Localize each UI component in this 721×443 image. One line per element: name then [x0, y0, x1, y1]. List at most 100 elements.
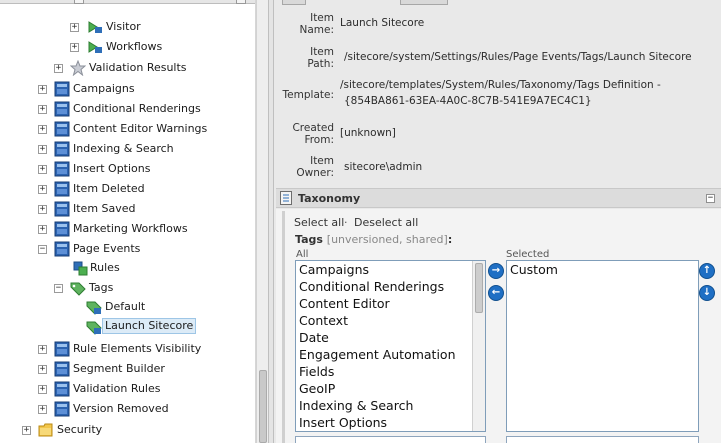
tree-item-label: Default	[105, 300, 146, 313]
expand-icon[interactable]: +	[38, 185, 47, 194]
expand-icon[interactable]: +	[70, 43, 79, 52]
expand-icon[interactable]: +	[38, 85, 47, 94]
field-colon: :	[447, 233, 453, 246]
move-up-arrow-button[interactable]: ↑	[699, 263, 715, 279]
tree-item-workflows[interactable]: + Workflows	[0, 38, 255, 56]
remove-left-arrow-button[interactable]: ←	[488, 285, 504, 301]
tree-item-launch-sitecore[interactable]: Launch Sitecore	[0, 318, 255, 336]
tree-item-campaigns[interactable]: + Campaigns	[0, 80, 255, 98]
tree-item-insert-options[interactable]: + Insert Options	[0, 160, 255, 178]
next-field-box[interactable]	[506, 436, 699, 443]
list-item[interactable]: Conditional Renderings	[296, 278, 485, 295]
tree-item-rules[interactable]: Rules	[0, 259, 255, 277]
collapse-icon[interactable]: −	[54, 284, 63, 293]
editor-tab-edge[interactable]	[400, 0, 448, 5]
expand-icon[interactable]: +	[38, 125, 47, 134]
field-meta: [unversioned, shared]	[326, 233, 448, 246]
folder-icon	[54, 181, 70, 197]
expand-icon[interactable]: +	[38, 145, 47, 154]
add-right-arrow-button[interactable]: →	[488, 263, 504, 279]
folder-icon	[54, 401, 70, 417]
field-name: Tags	[295, 233, 323, 246]
folder-icon	[54, 341, 70, 357]
tag-item-icon	[86, 301, 102, 315]
list-item[interactable]: Campaigns	[296, 261, 485, 278]
tree-item-validation-results[interactable]: + Validation Results	[0, 59, 255, 77]
tree-item-conditional-renderings[interactable]: + Conditional Renderings	[0, 100, 255, 118]
expand-icon[interactable]: +	[38, 105, 47, 114]
tree-item-label-selected: Launch Sitecore	[102, 318, 197, 334]
list-item[interactable]: Fields	[296, 363, 485, 380]
template-path-value: /sitecore/templates/System/Rules/Taxonom…	[340, 79, 661, 91]
tree-item-label: Page Events	[73, 242, 141, 255]
all-tags-scrollbar[interactable]	[472, 261, 485, 431]
collapse-section-icon[interactable]: −	[706, 194, 715, 203]
expand-icon[interactable]: +	[38, 205, 47, 214]
folder-icon	[54, 381, 70, 397]
tree-top-expander-edge	[236, 0, 246, 4]
expand-icon[interactable]: +	[38, 385, 47, 394]
tree-item-tags[interactable]: − Tags	[0, 279, 255, 297]
list-item[interactable]: GeoIP	[296, 380, 485, 397]
tree-item-visitor[interactable]: + Visitor	[0, 18, 255, 36]
tree-item-label: Content Editor Warnings	[73, 122, 208, 135]
tree-item-label: Marketing Workflows	[73, 222, 188, 235]
item-owner-label: Item Owner:	[296, 155, 334, 179]
list-item[interactable]: Content Editor	[296, 295, 485, 312]
tree-item-content-editor-warnings[interactable]: + Content Editor Warnings	[0, 120, 255, 138]
expand-icon[interactable]: +	[22, 426, 31, 435]
tree-item-rule-elements-visibility[interactable]: + Rule Elements Visibility	[0, 340, 255, 358]
yellow-folder-icon	[38, 423, 53, 437]
tree-scrollbar[interactable]	[256, 0, 268, 443]
all-tags-scrollbar-thumb[interactable]	[475, 263, 483, 313]
move-down-arrow-button[interactable]: ↓	[699, 285, 715, 301]
expand-icon[interactable]: +	[38, 365, 47, 374]
expand-icon[interactable]: +	[38, 405, 47, 414]
tree-item-version-removed[interactable]: + Version Removed	[0, 400, 255, 418]
list-item[interactable]: Engagement Automation	[296, 346, 485, 363]
tree-item-page-events[interactable]: − Page Events	[0, 240, 255, 258]
tree-item-item-deleted[interactable]: + Item Deleted	[0, 180, 255, 198]
next-field-box[interactable]	[295, 436, 486, 443]
all-caption: All	[296, 249, 309, 260]
tree-item-label: Insert Options	[73, 162, 151, 175]
taxonomy-section-body: Select all · Deselect all Tags [unversio…	[276, 209, 721, 443]
content-tree: + Visitor + Workflows + Validation Resul…	[0, 0, 268, 443]
created-from-label: Created From:	[292, 122, 334, 146]
deselect-all-link[interactable]: Deselect all	[354, 216, 418, 229]
tags-icon	[70, 282, 86, 296]
tree-item-segment-builder[interactable]: + Segment Builder	[0, 360, 255, 378]
rule-folder-icon	[88, 21, 102, 33]
tree-item-label: Campaigns	[73, 82, 135, 95]
tree-item-item-saved[interactable]: + Item Saved	[0, 200, 255, 218]
tree-item-default[interactable]: Default	[0, 298, 255, 316]
list-item[interactable]: Date	[296, 329, 485, 346]
selected-tags-listbox[interactable]: Custom	[506, 260, 699, 432]
collapse-icon[interactable]: −	[38, 245, 47, 254]
tree-item-marketing-workflows[interactable]: + Marketing Workflows	[0, 220, 255, 238]
list-item[interactable]: Custom	[507, 261, 698, 278]
expand-icon[interactable]: +	[38, 165, 47, 174]
list-item[interactable]: Indexing & Search	[296, 397, 485, 414]
expand-icon[interactable]: +	[38, 345, 47, 354]
expand-icon[interactable]: +	[70, 23, 79, 32]
list-item[interactable]: Insert Options	[296, 414, 485, 431]
tree-item-label: Item Deleted	[73, 182, 145, 195]
tree-top-edge	[0, 0, 268, 4]
rule-folder-icon	[88, 41, 102, 53]
tree-scrollbar-thumb[interactable]	[259, 370, 267, 443]
select-all-link[interactable]: Select all	[294, 216, 344, 229]
item-path-value: /sitecore/system/Settings/Rules/Page Eve…	[344, 51, 692, 63]
tree-item-label: Version Removed	[73, 402, 169, 415]
tree-item-label: Tags	[89, 281, 114, 294]
all-tags-listbox[interactable]: Campaigns Conditional Renderings Content E…	[295, 260, 486, 432]
tree-item-security[interactable]: + Security	[0, 421, 255, 439]
editor-tab-edge[interactable]	[282, 0, 306, 5]
taxonomy-section-header[interactable]: Taxonomy −	[276, 188, 721, 208]
expand-icon[interactable]: +	[38, 225, 47, 234]
tree-item-indexing-search[interactable]: + Indexing & Search	[0, 140, 255, 158]
list-item[interactable]: Context	[296, 312, 485, 329]
expand-icon[interactable]: +	[54, 64, 63, 73]
content-editor: Item Name: Launch Sitecore Item Path: /s…	[274, 0, 721, 443]
tree-item-validation-rules[interactable]: + Validation Rules	[0, 380, 255, 398]
